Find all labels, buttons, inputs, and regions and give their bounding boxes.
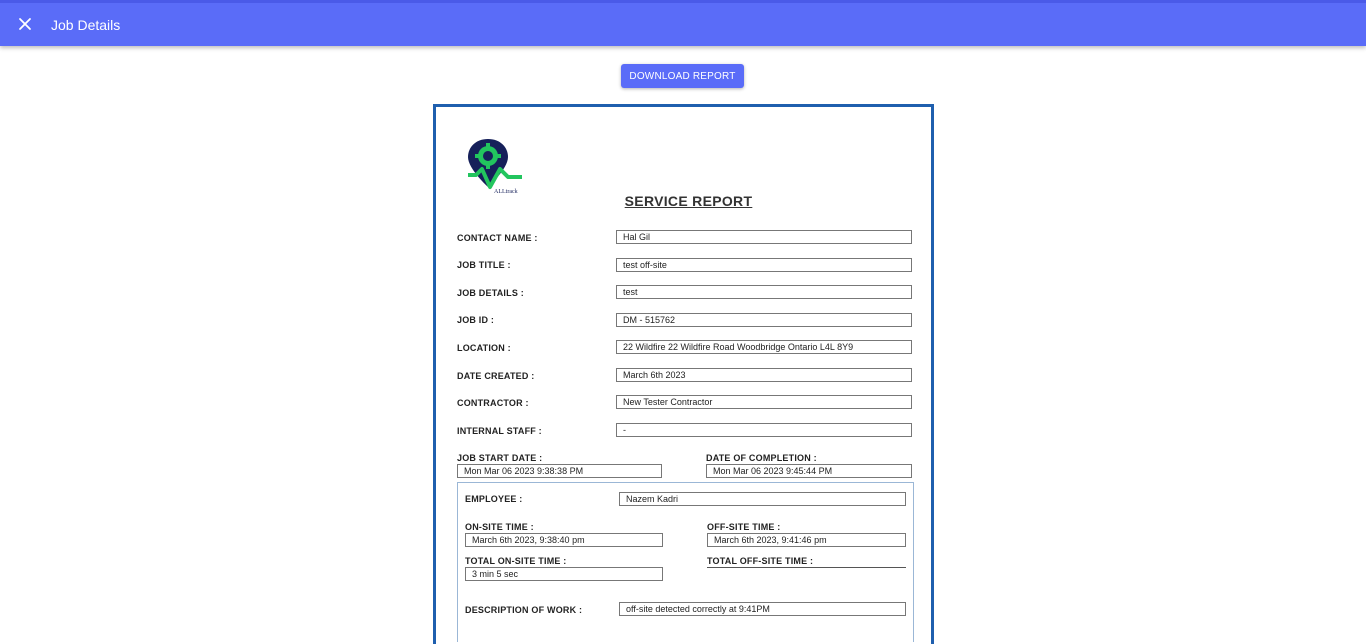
date-of-completion-label: DATE OF COMPLETION :	[706, 453, 817, 463]
date-of-completion-value: Mon Mar 06 2023 9:45:44 PM	[706, 464, 912, 478]
on-site-time-label: ON-SITE TIME :	[465, 522, 534, 532]
job-start-date-value: Mon Mar 06 2023 9:38:38 PM	[457, 464, 662, 478]
location-label: LOCATION :	[457, 343, 511, 353]
date-created-label: DATE CREATED :	[457, 371, 535, 381]
location-value: 22 Wildfire 22 Wildfire Road Woodbridge …	[616, 340, 912, 354]
employee-section: EMPLOYEE : Nazem Kadri ON-SITE TIME : Ma…	[457, 482, 914, 642]
report-title: SERVICE REPORT	[624, 193, 753, 209]
close-icon[interactable]	[14, 13, 36, 35]
description-of-work-label: DESCRIPTION OF WORK :	[465, 605, 583, 615]
job-details-value: test	[616, 285, 912, 299]
internal-staff-label: INTERNAL STAFF :	[457, 426, 542, 436]
total-off-site-time-value	[707, 566, 906, 568]
off-site-time-value: March 6th 2023, 9:41:46 pm	[707, 533, 906, 547]
app-bar: Job Details	[0, 0, 1366, 46]
date-created-value: March 6th 2023	[616, 368, 912, 382]
on-site-time-value: March 6th 2023, 9:38:40 pm	[465, 533, 663, 547]
employee-value: Nazem Kadri	[619, 492, 906, 506]
job-id-label: JOB ID :	[457, 315, 495, 325]
total-on-site-time-label: TOTAL ON-SITE TIME :	[465, 556, 567, 566]
download-report-button[interactable]: DOWNLOAD REPORT	[621, 64, 744, 88]
job-title-value: test off-site	[616, 258, 912, 272]
total-off-site-time-label: TOTAL OFF-SITE TIME :	[707, 556, 814, 566]
job-title-label: JOB TITLE :	[457, 260, 511, 270]
total-on-site-time-value: 3 min 5 sec	[465, 567, 663, 581]
service-report: ALLtrack SERVICE REPORT CONTACT NAME : H…	[433, 104, 934, 644]
contractor-value: New Tester Contractor	[616, 395, 912, 409]
contact-name-label: CONTACT NAME :	[457, 233, 538, 243]
description-of-work-value: off-site detected correctly at 9:41PM	[619, 602, 906, 616]
contact-name-value: Hal Gil	[616, 230, 912, 244]
contractor-label: CONTRACTOR :	[457, 398, 529, 408]
job-id-value: DM - 515762	[616, 313, 912, 327]
alltrack-logo: ALLtrack	[468, 139, 522, 195]
internal-staff-value: -	[616, 423, 912, 437]
page-title: Job Details	[51, 17, 121, 33]
employee-label: EMPLOYEE :	[465, 494, 523, 504]
job-details-label: JOB DETAILS :	[457, 288, 524, 298]
job-start-date-label: JOB START DATE :	[457, 453, 543, 463]
off-site-time-label: OFF-SITE TIME :	[707, 522, 781, 532]
